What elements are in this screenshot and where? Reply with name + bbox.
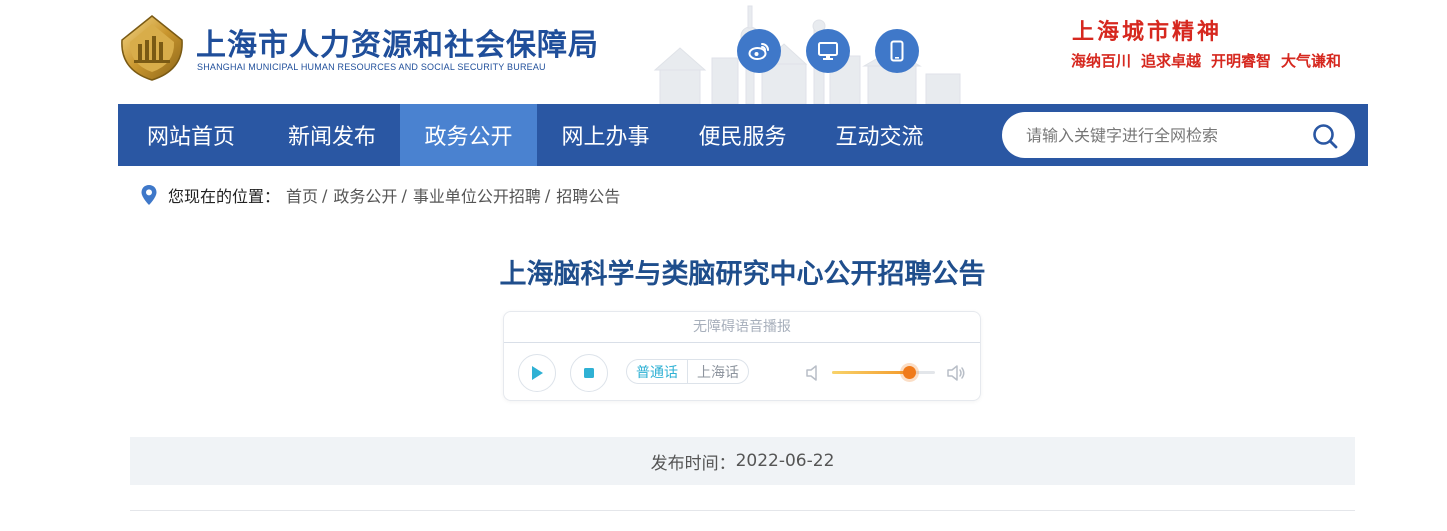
breadcrumb-separator: / xyxy=(544,185,551,205)
search-input[interactable] xyxy=(1026,120,1306,150)
breadcrumb-recruitment-notice[interactable]: 招聘公告 xyxy=(556,183,620,207)
nav-item-interaction[interactable]: 互动交流 xyxy=(811,104,948,166)
breadcrumb-home[interactable]: 首页 xyxy=(286,183,318,207)
site-title: 上海市人力资源和社会保障局 xyxy=(196,28,599,63)
slogan: 大气谦和 xyxy=(1281,52,1342,70)
volume-high-icon[interactable] xyxy=(946,363,966,383)
volume-slider-fill xyxy=(832,371,910,374)
player-title: 无障碍语音播报 xyxy=(504,312,980,343)
desktop-icon xyxy=(818,42,838,60)
weibo-button[interactable] xyxy=(737,29,781,73)
breadcrumb-label: 您现在的位置： xyxy=(168,187,281,206)
breadcrumb-separator: / xyxy=(322,185,328,205)
search-icon[interactable] xyxy=(1311,122,1339,150)
language-toggle: 普通话 上海话 xyxy=(626,359,749,384)
nav-item-public-services[interactable]: 便民服务 xyxy=(674,104,811,166)
publish-label: 发布时间： xyxy=(650,453,736,474)
desktop-site-button[interactable] xyxy=(806,29,850,73)
bureau-logo[interactable] xyxy=(118,14,186,82)
language-shanghainese[interactable]: 上海话 xyxy=(687,360,748,383)
weibo-icon xyxy=(748,43,769,60)
breadcrumb-government-affairs[interactable]: 政务公开 xyxy=(333,183,397,207)
nav-item-news[interactable]: 新闻发布 xyxy=(264,104,400,166)
article-title: 上海脑科学与类脑研究中心公开招聘公告 xyxy=(499,259,986,290)
site-header: 上海市人力资源和社会保障局 SHANGHAI MUNICIPAL HUMAN R… xyxy=(0,0,1447,104)
mobile-icon xyxy=(890,40,904,62)
slogan: 开明睿智 xyxy=(1211,52,1272,70)
slogan: 追求卓越 xyxy=(1141,52,1202,70)
mobile-site-button[interactable] xyxy=(875,29,919,73)
location-pin-icon xyxy=(141,185,157,205)
play-icon xyxy=(532,366,543,380)
volume-slider-handle[interactable] xyxy=(902,366,916,379)
content-divider xyxy=(130,510,1355,511)
breadcrumb-separator: / xyxy=(401,185,407,205)
stop-icon xyxy=(584,368,594,378)
publish-date: 2022-06-22 xyxy=(735,451,835,471)
main-nav: 网站首页 新闻发布 政务公开 网上办事 便民服务 互动交流 xyxy=(118,104,1368,166)
breadcrumb-public-recruitment[interactable]: 事业单位公开招聘 xyxy=(413,183,541,207)
site-subtitle: SHANGHAI MUNICIPAL HUMAN RESOURCES AND S… xyxy=(197,62,546,72)
language-mandarin[interactable]: 普通话 xyxy=(627,360,687,383)
play-button[interactable] xyxy=(518,354,556,392)
city-spirit-slogans: 海纳百川 追求卓越 开明睿智 大气谦和 xyxy=(1071,50,1341,71)
nav-item-government-affairs[interactable]: 政务公开 xyxy=(400,104,537,166)
volume-slider[interactable] xyxy=(832,366,935,379)
search-box xyxy=(1002,112,1355,158)
publish-info: 发布时间： 2022-06-22 xyxy=(130,437,1355,485)
breadcrumb: 您现在的位置： 首页 / 政务公开 / 事业单位公开招聘 / 招聘公告 xyxy=(140,182,620,208)
slogan: 海纳百川 xyxy=(1071,52,1132,70)
nav-item-home[interactable]: 网站首页 xyxy=(118,104,264,166)
city-spirit-title: 上海城市精神 xyxy=(1072,19,1223,45)
accessibility-audio-player: 无障碍语音播报 普通话 上海话 xyxy=(503,311,981,401)
stop-button[interactable] xyxy=(570,354,608,392)
volume-low-icon[interactable] xyxy=(804,363,824,383)
nav-item-online-services[interactable]: 网上办事 xyxy=(537,104,674,166)
